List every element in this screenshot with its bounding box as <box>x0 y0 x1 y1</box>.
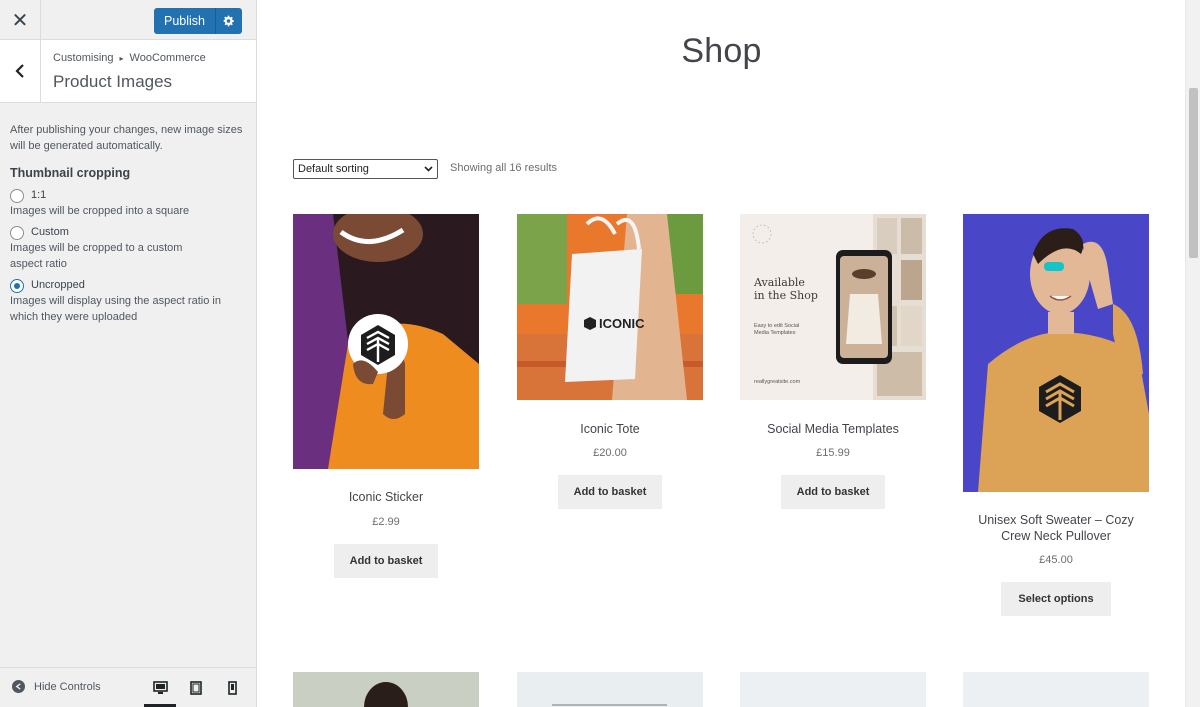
section-header: Customising ▸ WooCommerce Product Images <box>0 40 256 103</box>
product-price: £15.99 <box>816 447 850 459</box>
product-image[interactable]: Available in the Shop Easy to edit Social… <box>740 214 926 400</box>
tablet-preview-button[interactable] <box>178 668 214 707</box>
close-icon: ✕ <box>11 9 29 32</box>
mobile-preview-button[interactable] <box>214 668 250 707</box>
gear-icon <box>223 15 234 27</box>
product-name[interactable]: Unisex Soft Sweater – Cozy Crew Neck Pul… <box>963 512 1149 544</box>
product-image[interactable] <box>963 672 1149 707</box>
product-card: Unisex Soft Sweater – Cozy Crew Neck Pul… <box>963 214 1149 616</box>
product-price: £2.99 <box>372 516 400 528</box>
crop-option-custom: Custom Images will be cropped to a custo… <box>10 225 246 272</box>
panel-description: After publishing your changes, new image… <box>10 124 243 152</box>
chevron-left-icon <box>15 64 24 78</box>
breadcrumb-separator-icon: ▸ <box>119 53 124 63</box>
crop-option-label: Uncropped <box>31 279 85 292</box>
close-customizer-button[interactable]: ✕ <box>0 0 41 40</box>
product-card: ICONIC Iconic Tote £20.00 Add to basket <box>517 214 703 509</box>
social-sub-text: Easy to edit Social Media Templates <box>754 323 799 336</box>
publish-group: Publish <box>154 8 242 34</box>
product-name[interactable]: Iconic Sticker <box>293 489 479 505</box>
desktop-icon <box>152 680 168 694</box>
product-image[interactable] <box>517 672 703 707</box>
add-to-basket-button[interactable]: Add to basket <box>557 475 663 509</box>
hide-controls-button[interactable]: Hide Controls <box>12 680 101 693</box>
device-preview-switcher <box>142 668 250 707</box>
tablet-icon <box>190 680 202 695</box>
product-price: £45.00 <box>1039 554 1073 566</box>
breadcrumb: Customising ▸ WooCommerce <box>53 52 206 64</box>
publish-settings-button[interactable] <box>216 8 242 34</box>
add-to-basket-button[interactable]: Add to basket <box>780 475 886 509</box>
preview-scrollbar[interactable] <box>1185 0 1200 707</box>
sorting-select[interactable]: Default sorting <box>293 159 438 179</box>
tote-logo-text: ICONIC <box>599 316 645 331</box>
collapse-icon <box>12 680 25 693</box>
result-count: Showing all 16 results <box>450 162 558 174</box>
product-image[interactable] <box>740 672 926 707</box>
thumbnail-cropping-heading: Thumbnail cropping <box>10 166 131 180</box>
chevron-down-icon <box>424 166 433 172</box>
crop-option-help: Images will display using the aspect rat… <box>10 295 221 323</box>
crop-uncropped-radio[interactable] <box>10 279 24 293</box>
product-card: Available in the Shop Easy to edit Social… <box>740 214 926 509</box>
crop-custom-radio[interactable] <box>10 226 24 240</box>
back-button[interactable] <box>0 40 41 102</box>
product-image[interactable] <box>293 214 479 469</box>
page-title: Shop <box>681 32 762 70</box>
desktop-preview-button[interactable] <box>142 668 178 707</box>
social-site-text: reallygreatsite.com <box>754 379 801 385</box>
customizer-footer: Hide Controls <box>0 667 256 707</box>
breadcrumb-current: WooCommerce <box>129 52 206 64</box>
product-card: Iconic Sticker £2.99 Add to basket <box>293 214 479 578</box>
customizer-header: ✕ Publish <box>0 0 256 40</box>
site-preview: Shop Default sorting Showing all 16 resu… <box>258 0 1185 707</box>
crop-option-help: Images will be cropped to a custom aspec… <box>10 242 183 270</box>
sorting-value: Default sorting <box>298 163 369 175</box>
breadcrumb-root: Customising <box>53 52 114 64</box>
mobile-icon <box>227 680 237 695</box>
crop-option-square: 1:1 Images will be cropped into a square <box>10 188 246 220</box>
hide-controls-label: Hide Controls <box>34 680 101 693</box>
scrollbar-thumb[interactable] <box>1189 88 1198 258</box>
crop-option-help: Images will be cropped into a square <box>10 204 190 217</box>
customizer-sidebar: ✕ Publish Customising ▸ WooCommerce Prod… <box>0 0 257 707</box>
section-title: Product Images <box>53 72 173 91</box>
product-image[interactable]: ICONIC <box>517 214 703 400</box>
product-image[interactable] <box>293 672 479 707</box>
crop-option-label: 1:1 <box>31 188 47 201</box>
product-image[interactable] <box>963 214 1149 492</box>
product-name[interactable]: Iconic Tote <box>517 421 703 437</box>
add-to-basket-button[interactable]: Add to basket <box>333 544 439 578</box>
product-price: £20.00 <box>593 447 627 459</box>
product-name[interactable]: Social Media Templates <box>740 421 926 437</box>
crop-option-label: Custom <box>31 226 69 239</box>
publish-button[interactable]: Publish <box>154 8 216 34</box>
product-images-panel: After publishing your changes, new image… <box>0 103 256 351</box>
crop-square-radio[interactable] <box>10 188 24 203</box>
crop-option-uncropped: Uncropped Images will display using the … <box>10 278 246 325</box>
select-options-button[interactable]: Select options <box>1001 582 1111 616</box>
